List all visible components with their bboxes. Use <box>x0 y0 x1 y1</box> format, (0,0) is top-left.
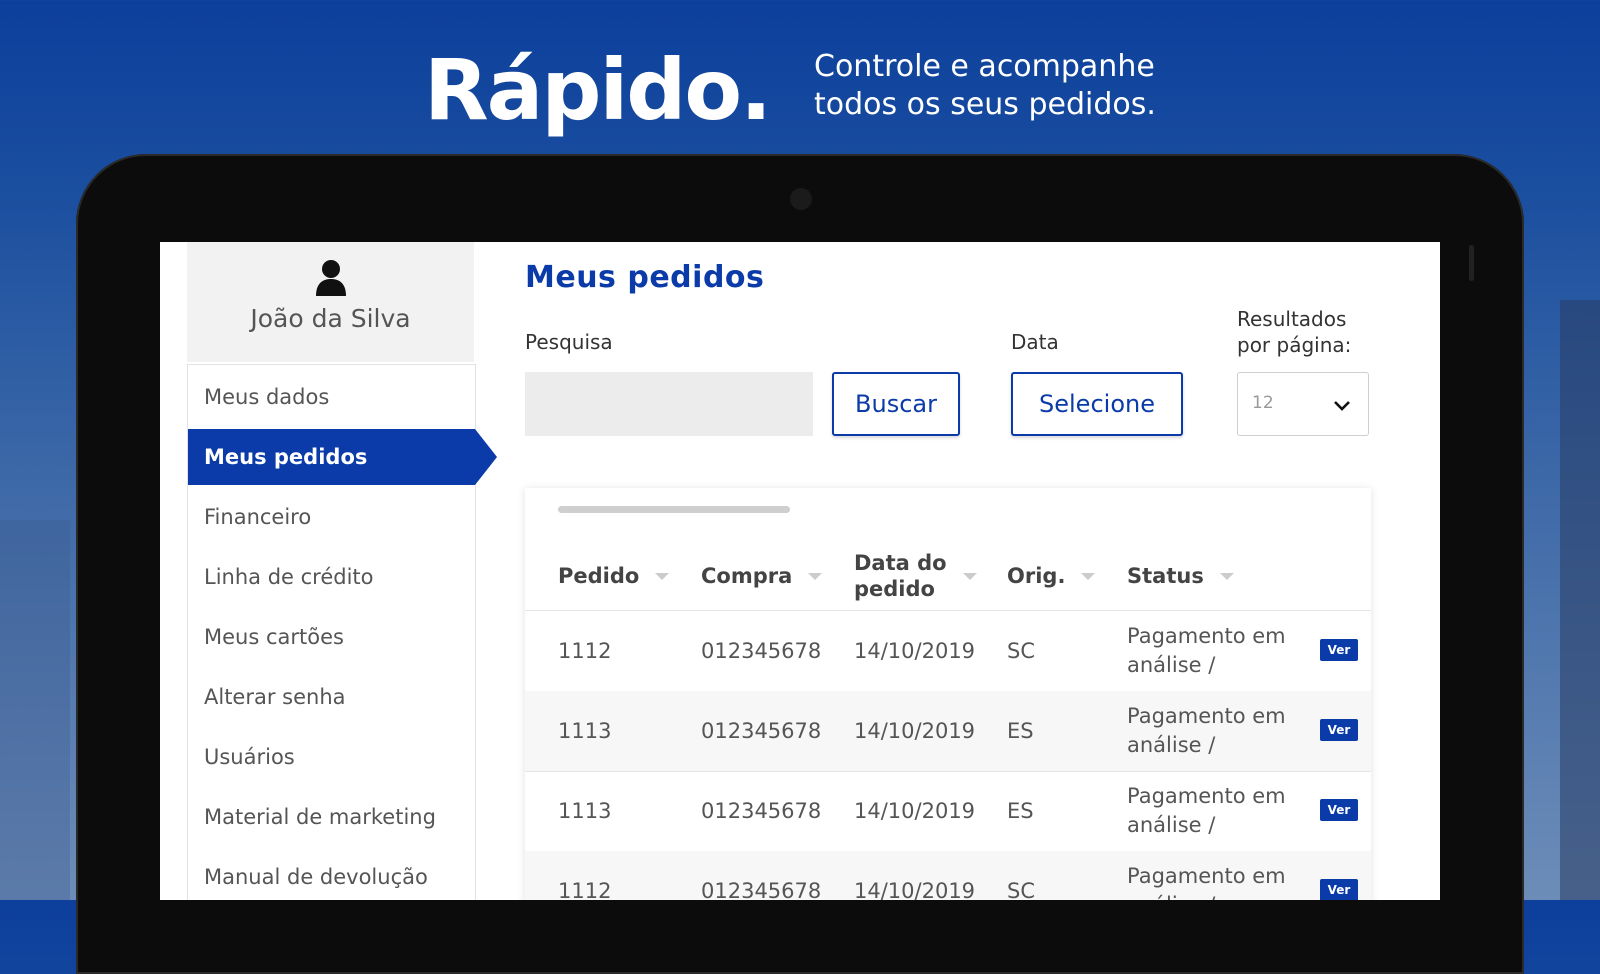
cell-orig: SC <box>1007 639 1035 663</box>
date-select-button[interactable]: Selecione <box>1011 372 1183 436</box>
search-input[interactable] <box>525 372 813 436</box>
hero-subtitle: Controle e acompanhe todos os seus pedid… <box>814 48 1156 124</box>
cell-compra: 012345678 <box>701 799 822 823</box>
cell-compra: 012345678 <box>701 879 822 900</box>
sidebar-item-meus-cartoes[interactable]: Meus cartões <box>188 609 475 665</box>
cell-status: Pagamento em análise / Pendente <box>1127 704 1286 757</box>
sidebar-item-alterar-senha[interactable]: Alterar senha <box>188 669 475 725</box>
sidebar-item-manual-de-devolucao[interactable]: Manual de devolução <box>188 849 475 900</box>
horizontal-scrollbar[interactable] <box>558 506 790 513</box>
column-header-label-line: Data do <box>854 551 947 575</box>
cell-pedido: 1112 <box>558 639 612 663</box>
hero-banner: Rápido. Controle e acompanhe todos os se… <box>0 40 1600 140</box>
column-header-label: Pedido <box>558 564 640 588</box>
column-header-label: Compra <box>701 564 793 588</box>
per-page-value: 12 <box>1252 393 1274 413</box>
app-screen: João da Silva Meus dados Meus pedidos Fi… <box>160 242 1440 900</box>
cell-orig: SC <box>1007 879 1035 900</box>
column-header-data-do-pedido[interactable]: Data do pedido <box>854 548 977 604</box>
column-header-status[interactable]: Status <box>1127 548 1234 604</box>
per-page-select[interactable]: 12 <box>1237 372 1369 436</box>
background-building <box>0 520 70 900</box>
table-row[interactable]: 1113 012345678 14/10/2019 ES Pagamento e… <box>525 771 1371 852</box>
user-profile: João da Silva <box>187 242 474 362</box>
column-header-label: Status <box>1127 564 1204 588</box>
table-row[interactable]: 1113 012345678 14/10/2019 ES Pagamento e… <box>525 691 1371 772</box>
sidebar-item-financeiro[interactable]: Financeiro <box>188 489 475 545</box>
column-header-label: Data do pedido <box>854 550 947 602</box>
sidebar: João da Silva Meus dados Meus pedidos Fi… <box>187 242 497 900</box>
sidebar-item-meus-pedidos[interactable]: Meus pedidos <box>188 429 497 485</box>
cell-compra: 012345678 <box>701 639 822 663</box>
sort-icon <box>1219 572 1234 580</box>
cell-status: Pagamento em análise / Pendente <box>1127 624 1286 677</box>
cell-compra: 012345678 <box>701 719 822 743</box>
sort-icon <box>1081 572 1096 580</box>
sidebar-item-material-de-marketing[interactable]: Material de marketing <box>188 789 475 845</box>
cell-pedido: 1113 <box>558 719 612 743</box>
sidebar-menu: Meus dados Meus pedidos Financeiro Linha… <box>187 364 497 900</box>
column-header-compra[interactable]: Compra <box>701 548 823 604</box>
sort-icon <box>962 572 977 580</box>
main-content: Meus pedidos Pesquisa Buscar Data Seleci… <box>525 242 1405 900</box>
date-label: Data <box>1011 330 1059 354</box>
cell-data: 14/10/2019 <box>854 719 976 743</box>
view-order-button[interactable]: Ver <box>1320 799 1358 821</box>
cell-pedido: 1112 <box>558 879 612 900</box>
table-row[interactable]: 1112 012345678 14/10/2019 SC Pagamento e… <box>525 851 1371 900</box>
view-order-button[interactable]: Ver <box>1320 879 1358 900</box>
column-header-label: Orig. <box>1007 564 1066 588</box>
tablet-side-button <box>1469 245 1474 281</box>
column-header-orig[interactable]: Orig. <box>1007 548 1096 604</box>
sidebar-item-meus-dados[interactable]: Meus dados <box>188 369 475 425</box>
cell-status: Pagamento em análise / Pendente <box>1127 864 1286 900</box>
per-page-label-line: por página: <box>1237 333 1352 357</box>
hero-subtitle-line: todos os seus pedidos. <box>814 87 1156 122</box>
camera-icon <box>790 188 812 210</box>
cell-orig: ES <box>1007 719 1034 743</box>
sort-icon <box>808 572 823 580</box>
cell-status: Pagamento em análise / Pendente <box>1127 784 1286 837</box>
table-row[interactable]: 1112 012345678 14/10/2019 SC Pagamento e… <box>525 611 1371 692</box>
hero-subtitle-line: Controle e acompanhe <box>814 49 1155 84</box>
cell-orig: ES <box>1007 799 1034 823</box>
column-header-label-line: pedido <box>854 577 935 601</box>
view-order-button[interactable]: Ver <box>1320 719 1358 741</box>
page-title: Meus pedidos <box>525 260 765 295</box>
background-building <box>1560 300 1600 900</box>
chevron-down-icon <box>1334 401 1350 411</box>
cell-data: 14/10/2019 <box>854 799 976 823</box>
sidebar-item-usuarios[interactable]: Usuários <box>188 729 475 785</box>
search-label: Pesquisa <box>525 330 613 354</box>
hero-title: Rápido. <box>424 41 772 139</box>
search-button[interactable]: Buscar <box>832 372 960 436</box>
sidebar-item-linha-de-credito[interactable]: Linha de crédito <box>188 549 475 605</box>
orders-table: Pedido Compra Data do pedido Orig. Statu… <box>525 488 1371 900</box>
user-icon <box>316 260 346 296</box>
view-order-button[interactable]: Ver <box>1320 639 1358 661</box>
sort-icon <box>655 572 670 580</box>
per-page-label: Resultados por página: <box>1237 306 1351 358</box>
cell-data: 14/10/2019 <box>854 879 976 900</box>
per-page-label-line: Resultados <box>1237 307 1347 331</box>
cell-data: 14/10/2019 <box>854 639 976 663</box>
column-header-pedido[interactable]: Pedido <box>558 548 670 604</box>
user-name: João da Silva <box>250 304 411 333</box>
cell-pedido: 1113 <box>558 799 612 823</box>
